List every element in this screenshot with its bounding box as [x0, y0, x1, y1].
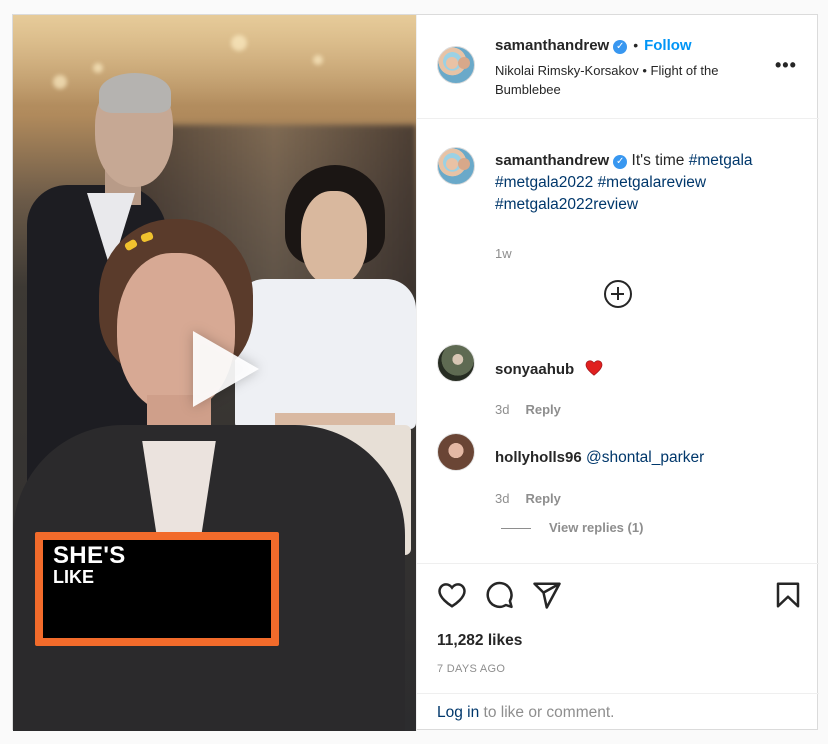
post-date[interactable]: 7 DAYS AGO	[437, 663, 505, 675]
caption-username[interactable]: samanthandrew	[495, 152, 609, 169]
commenter-avatar[interactable]	[437, 344, 475, 382]
audio-track-link[interactable]: Nikolai Rimsky-Korsakov • Flight of the …	[495, 61, 765, 99]
ceiling-light	[53, 75, 67, 89]
comment-icon[interactable]	[484, 580, 514, 610]
overlay-line2: LIKE	[53, 567, 95, 587]
replies-divider	[501, 528, 531, 530]
overlay-line1: SHE'S	[53, 542, 126, 569]
hashtag-link[interactable]: #metgala2022review	[495, 196, 638, 213]
venue-ceiling	[13, 15, 416, 105]
load-more-comments-icon[interactable]	[604, 280, 632, 308]
comment-username[interactable]: hollyholls96	[495, 449, 582, 466]
comment: sonyaahub	[495, 360, 603, 379]
login-prompt-text: to like or comment.	[479, 704, 615, 721]
comment-meta: 3d Reply	[495, 491, 561, 506]
ceiling-light	[231, 35, 247, 51]
comments-section: samanthandrew ✓ It's time #metgala #metga…	[417, 120, 819, 563]
comment-meta: 3d Reply	[495, 402, 561, 417]
reply-button[interactable]: Reply	[525, 402, 560, 417]
person-white-shirt	[235, 279, 416, 429]
share-icon[interactable]	[532, 580, 562, 610]
save-bookmark-icon[interactable]	[773, 580, 803, 610]
video-player[interactable]: SHE'S LIKE	[13, 15, 416, 731]
comment-age[interactable]: 3d	[495, 402, 509, 417]
ceiling-light	[313, 55, 323, 65]
verified-icon: ✓	[613, 40, 628, 54]
verified-icon: ✓	[613, 155, 628, 169]
commenter-avatar[interactable]	[437, 433, 475, 471]
follow-button[interactable]: Follow	[644, 37, 692, 54]
caption-text: It's time	[631, 152, 685, 169]
mention-link[interactable]: @shontal_parker	[586, 449, 704, 466]
view-replies-button[interactable]: View replies (1)	[501, 520, 643, 535]
action-bar: 11,282 likes 7 DAYS AGO	[417, 563, 819, 693]
caption-timestamp[interactable]: 1w	[495, 246, 512, 261]
author-username[interactable]: samanthandrew	[495, 37, 609, 54]
login-link[interactable]: Log in	[437, 704, 479, 721]
hashtag-link[interactable]: #metgala2022	[495, 174, 593, 191]
ceiling-light	[93, 63, 103, 73]
comment-age[interactable]: 3d	[495, 491, 509, 506]
post-card: SHE'S LIKE samanthandrew ✓ • Follow Nikolai…	[12, 14, 819, 731]
person-face	[301, 191, 367, 285]
author-avatar[interactable]	[437, 46, 475, 84]
red-heart-emoji-icon	[585, 360, 602, 376]
post-header: samanthandrew ✓ • Follow Nikolai Rimsky-Kor…	[417, 15, 819, 119]
like-icon[interactable]	[437, 580, 467, 610]
login-prompt: Log in to like or comment.	[417, 693, 819, 731]
hashtag-link[interactable]: #metgalareview	[598, 174, 707, 191]
comment-username[interactable]: sonyaahub	[495, 361, 574, 378]
view-replies-label: View replies (1)	[549, 520, 644, 535]
header-title-row: samanthandrew ✓ • Follow	[495, 37, 692, 55]
post-caption: samanthandrew ✓ It's time #metgala #metga…	[495, 150, 795, 216]
play-icon[interactable]	[193, 331, 259, 407]
reply-button[interactable]: Reply	[525, 491, 560, 506]
person-hair	[99, 73, 171, 113]
more-options-icon[interactable]: •••	[775, 55, 797, 76]
author-avatar[interactable]	[437, 147, 475, 185]
post-panel: samanthandrew ✓ • Follow Nikolai Rimsky-Kor…	[416, 15, 819, 731]
video-text-overlay: SHE'S LIKE	[35, 532, 279, 646]
hashtag-link[interactable]: #metgala	[689, 152, 753, 169]
separator-dot: •	[633, 37, 639, 53]
comment: hollyholls96 @shontal_parker	[495, 449, 704, 467]
likes-count[interactable]: 11,282 likes	[437, 632, 522, 650]
